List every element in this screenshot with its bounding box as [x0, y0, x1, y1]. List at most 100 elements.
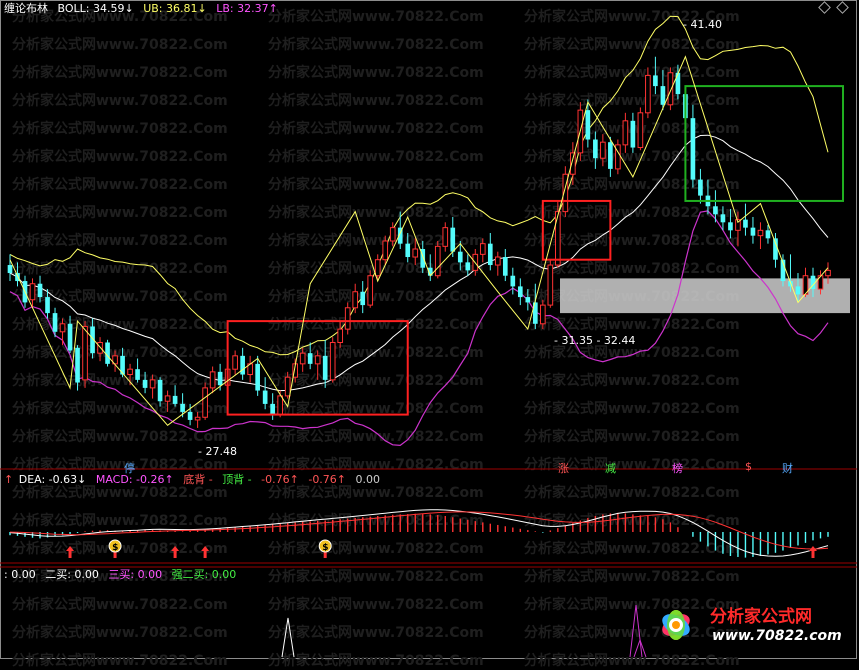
pivot-box-2 — [541, 199, 612, 261]
macd-extra-2: -0.76↑ — [308, 473, 347, 486]
candle-body-up — [232, 355, 238, 370]
candle-body-down — [187, 411, 193, 420]
candle-body-down — [795, 286, 801, 295]
candle-body-down — [255, 363, 260, 391]
third-buy: 三买: 0.00 — [108, 568, 163, 581]
candle-body-down — [37, 283, 43, 298]
event-tag: 减 — [605, 462, 616, 475]
buy-arrow-icon — [66, 546, 75, 558]
candle-body-down — [360, 291, 366, 306]
second-buy: 二买: 0.00 — [45, 568, 99, 581]
bollinger-lines — [9, 15, 829, 447]
signal-spike — [629, 604, 643, 658]
candle-body-up — [194, 416, 201, 421]
buy-arrow-icon — [201, 546, 210, 558]
candle-body-down — [728, 222, 733, 231]
candle-body-up — [149, 379, 156, 389]
candle-body-up — [284, 376, 291, 397]
candle-body-down — [517, 286, 523, 298]
macd-legend: ↑ DEA: -0.63↓ MACD: -0.26↑ 底背 - 顶背 - -0.… — [4, 473, 386, 487]
candle-body-down — [743, 219, 748, 228]
stock-chart[interactable]: $ $ - 41.40 - 27.48 - 31.35 - 32.44 — [0, 0, 857, 659]
low-price-label: - 27.48 — [198, 445, 237, 458]
candle-body-up — [555, 211, 561, 266]
boll-legend: 缠论布林 BOLL: 34.59↓ UB: 36.81↓ LB: 32.37↑ — [4, 2, 284, 16]
candle-body-down — [487, 243, 493, 266]
candle-body-up — [382, 240, 389, 261]
candle-body-up — [352, 291, 359, 309]
macd-extra-1: -0.76↑ — [261, 473, 299, 486]
candle-body-down — [75, 347, 80, 383]
candle-body-up — [314, 355, 321, 365]
dollar-sign-label: $ — [112, 543, 118, 553]
ub-value: UB: 36.81↓ — [143, 2, 207, 15]
candle-body-down — [593, 139, 598, 159]
candle-body-up — [479, 243, 486, 255]
candle-body-down — [502, 257, 508, 276]
buy-arrow-icon — [808, 546, 817, 558]
candle-body-down — [585, 110, 591, 140]
indicator-name: 缠论布林 — [4, 2, 48, 15]
zhongshu-boxes — [226, 85, 845, 416]
candle-body-down — [773, 238, 778, 260]
candle-body-down — [45, 297, 50, 314]
candle-body-up — [442, 227, 449, 247]
candle-body-down — [450, 227, 456, 252]
candle-body-up — [645, 74, 651, 114]
candle-body-down — [698, 179, 703, 196]
dea-value: DEA: -0.63↓ — [18, 473, 87, 486]
candle-body-up — [412, 248, 419, 258]
candle-body-down — [52, 313, 58, 332]
dollar-sign-label: $ — [322, 543, 328, 553]
candle-body-up — [29, 283, 36, 301]
logo-url: www.70822.com — [712, 628, 842, 644]
candle-body-down — [270, 403, 275, 415]
mid-range-label: - 31.35 - 32.44 — [554, 334, 635, 347]
candle-body-up — [277, 395, 283, 416]
candle-body-down — [7, 265, 13, 274]
candle-body-up — [329, 341, 336, 381]
candle-body-down — [660, 86, 666, 105]
middle-band-line — [9, 134, 829, 392]
candle-body-down — [713, 206, 718, 215]
candle-body-up — [434, 245, 441, 277]
candle-body-down — [405, 243, 411, 258]
candle-body-down — [465, 262, 471, 271]
candle-body-down — [608, 142, 613, 169]
candle-body-down — [157, 379, 163, 402]
candle-body-down — [135, 369, 140, 380]
candle-body-down — [180, 403, 185, 412]
top-divergence: 顶背 - — [222, 473, 252, 486]
candle-body-down — [510, 275, 516, 287]
candle-body-up — [547, 264, 554, 306]
candle-body-up — [757, 229, 764, 237]
candle-body-up — [539, 304, 546, 325]
candle-body-down — [142, 379, 148, 388]
macd-extra-3: 0.00 — [355, 473, 381, 486]
candle-body-down — [217, 371, 223, 386]
candle-body-up — [164, 395, 171, 402]
candle-body-up — [202, 387, 208, 418]
event-tag: 财 — [782, 462, 793, 475]
high-price-label: - 41.40 — [683, 18, 722, 31]
buy-arrow-icon — [171, 546, 180, 558]
candles — [7, 56, 831, 428]
candle-body-up — [374, 259, 381, 277]
candle-body-down — [690, 118, 696, 180]
strong-second-buy: 强二买: 0.00 — [171, 568, 237, 581]
candle-body-up — [389, 227, 396, 242]
first-buy: : 0.00 — [4, 568, 36, 581]
event-tag: 榜 — [672, 462, 683, 475]
candle-body-up — [127, 368, 133, 376]
buy-legend: : 0.00 二买: 0.00 三买: 0.00 强二买: 0.00 — [4, 568, 242, 582]
pivot-box-3 — [684, 85, 845, 202]
candle-body-down — [67, 323, 73, 351]
candle-body-up — [622, 120, 629, 146]
logo-text: 分析家公式网 — [710, 607, 812, 627]
candle-body-down — [750, 227, 756, 236]
candle-body-down — [262, 390, 268, 404]
candle-body-down — [765, 230, 771, 239]
candle-body-down — [105, 342, 110, 364]
candle-body-up — [637, 112, 644, 149]
boll-value: BOLL: 34.59↓ — [57, 2, 134, 15]
